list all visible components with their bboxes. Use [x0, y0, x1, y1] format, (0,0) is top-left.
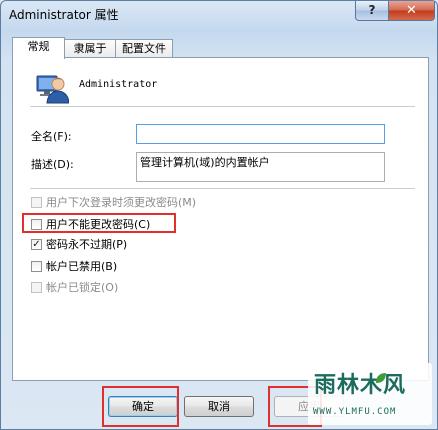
- password-never-expires-checkbox[interactable]: ✓ 密码永不过期(P): [31, 237, 127, 251]
- description-label: 描述(D):: [31, 158, 74, 171]
- must-change-password-checkbox[interactable]: 用户下次登录时须更改密码(M): [31, 195, 196, 209]
- help-button[interactable]: ?: [355, 1, 389, 21]
- watermark-text: 雨林木风: [314, 373, 407, 398]
- description-input[interactable]: 管理计算机(域)的内置帐户: [136, 152, 385, 182]
- tab-profile[interactable]: 配置文件: [115, 39, 173, 58]
- user-name: Administrator: [79, 79, 158, 90]
- checkbox-label: 用户下次登录时须更改密码(M): [46, 196, 197, 209]
- checkbox-box: [31, 218, 42, 230]
- close-icon: ✕: [406, 3, 417, 18]
- full-name-input[interactable]: [136, 124, 385, 144]
- checkbox-box: [31, 281, 42, 293]
- cancel-button[interactable]: 取消: [184, 396, 254, 417]
- tab-general[interactable]: 常规: [12, 37, 65, 59]
- checkbox-label: 密码永不过期(P): [46, 238, 128, 251]
- checkbox-label: 帐户已禁用(B): [46, 260, 118, 273]
- leaf-icon: [376, 373, 386, 383]
- general-tab-panel: Administrator 全名(F): 描述(D): 管理计算机(域)的内置帐…: [12, 57, 429, 381]
- user-account-icon: [36, 75, 69, 104]
- ok-button[interactable]: 确定: [108, 396, 178, 417]
- window-title: Administrator 属性: [9, 8, 119, 22]
- separator: [30, 188, 415, 190]
- separator: [30, 106, 415, 108]
- close-button[interactable]: ✕: [388, 1, 435, 21]
- full-name-label: 全名(F):: [31, 130, 72, 143]
- watermark-url: WWW.YLMFU.COM: [313, 407, 397, 417]
- account-locked-checkbox[interactable]: 帐户已锁定(O): [31, 280, 118, 294]
- checkbox-box: [31, 260, 42, 272]
- watermark: 雨林木风 WWW.YLMFU.COM: [308, 363, 432, 425]
- checkbox-label: 帐户已锁定(O): [46, 281, 119, 294]
- cannot-change-password-checkbox[interactable]: 用户不能更改密码(C): [31, 217, 150, 231]
- properties-dialog: Administrator 属性 ? ✕ 常规 隶属于 配置文件 Adminis…: [0, 0, 438, 430]
- tab-member-of[interactable]: 隶属于: [64, 39, 116, 58]
- checkbox-box: [31, 196, 42, 208]
- account-disabled-checkbox[interactable]: 帐户已禁用(B): [31, 259, 117, 273]
- checkbox-label: 用户不能更改密码(C): [46, 218, 151, 231]
- help-icon: ?: [368, 3, 376, 17]
- check-icon: ✓: [31, 238, 42, 250]
